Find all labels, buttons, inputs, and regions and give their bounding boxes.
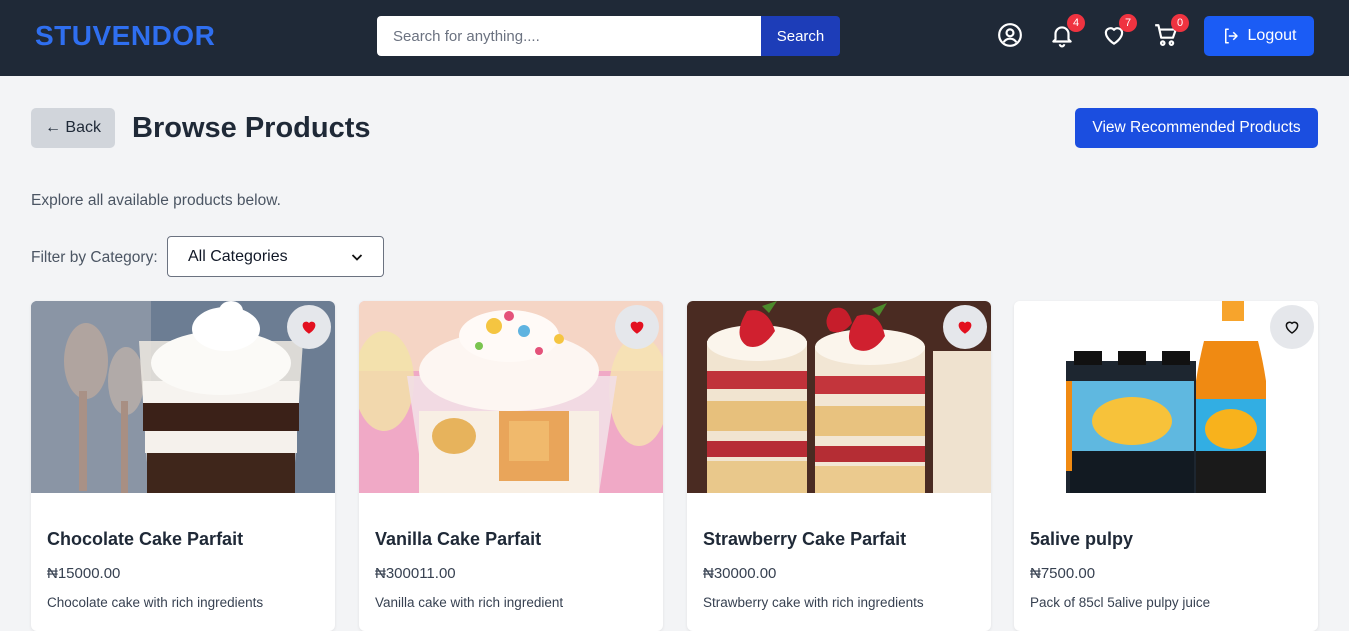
product-price: ₦15000.00 — [47, 565, 121, 582]
filter-label: Filter by Category: — [31, 249, 158, 266]
view-recommended-button[interactable]: View Recommended Products — [1075, 108, 1318, 148]
page-subtitle: Explore all available products below. — [31, 192, 281, 209]
favorite-button[interactable] — [287, 305, 331, 349]
logo[interactable]: STUVENDOR — [35, 20, 215, 52]
heart-outline-icon — [1285, 321, 1299, 334]
product-name[interactable]: Chocolate Cake Parfait — [47, 529, 243, 550]
search-input[interactable] — [377, 16, 761, 56]
wishlist-badge: 7 — [1119, 14, 1137, 32]
heart-filled-icon — [958, 321, 972, 334]
product-card[interactable]: Strawberry Cake Parfait ₦30000.00 Strawb… — [687, 301, 991, 631]
favorite-button[interactable] — [1270, 305, 1314, 349]
favorite-button[interactable] — [943, 305, 987, 349]
top-navbar: STUVENDOR Search 4 7 0 Logout — [0, 0, 1349, 76]
product-image[interactable] — [31, 301, 335, 493]
product-price: ₦30000.00 — [703, 565, 777, 582]
logout-button[interactable]: Logout — [1204, 16, 1314, 56]
product-name[interactable]: Strawberry Cake Parfait — [703, 529, 906, 550]
user-profile-icon[interactable] — [997, 22, 1023, 48]
search-button[interactable]: Search — [761, 16, 840, 56]
product-description: Chocolate cake with rich ingredients — [47, 595, 264, 610]
cart-badge: 0 — [1171, 14, 1189, 32]
product-card[interactable]: Chocolate Cake Parfait ₦15000.00 Chocola… — [31, 301, 335, 631]
back-button[interactable]: ← Back — [31, 108, 115, 148]
product-image[interactable] — [687, 301, 991, 493]
product-card[interactable]: 5alive pulpy ₦7500.00 Pack of 85cl 5aliv… — [1014, 301, 1318, 631]
product-image[interactable] — [1014, 301, 1318, 493]
product-description: Pack of 85cl 5alive pulpy juice — [1030, 595, 1211, 610]
product-price: ₦300011.00 — [375, 565, 456, 582]
product-image[interactable] — [359, 301, 663, 493]
notifications-badge: 4 — [1067, 14, 1085, 32]
heart-filled-icon — [630, 321, 644, 334]
chevron-down-icon — [351, 253, 363, 261]
category-filter-value: All Categories — [188, 247, 288, 265]
search-bar: Search — [377, 16, 840, 56]
logout-label: Logout — [1247, 27, 1297, 44]
wishlist-heart-icon[interactable]: 7 — [1101, 14, 1137, 48]
heart-filled-icon — [302, 321, 316, 334]
product-card[interactable]: Vanilla Cake Parfait ₦300011.00 Vanilla … — [359, 301, 663, 631]
logout-icon — [1224, 28, 1238, 44]
product-price: ₦7500.00 — [1030, 565, 1096, 582]
product-name[interactable]: Vanilla Cake Parfait — [375, 529, 541, 550]
product-description: Strawberry cake with rich ingredients — [703, 595, 924, 610]
product-name[interactable]: 5alive pulpy — [1030, 529, 1133, 550]
product-description: Vanilla cake with rich ingredient — [375, 595, 564, 610]
category-filter-select[interactable]: All Categories — [167, 236, 384, 277]
cart-icon[interactable]: 0 — [1153, 14, 1189, 48]
notifications-bell-icon[interactable]: 4 — [1049, 14, 1085, 48]
page-title: Browse Products — [132, 112, 371, 144]
favorite-button[interactable] — [615, 305, 659, 349]
